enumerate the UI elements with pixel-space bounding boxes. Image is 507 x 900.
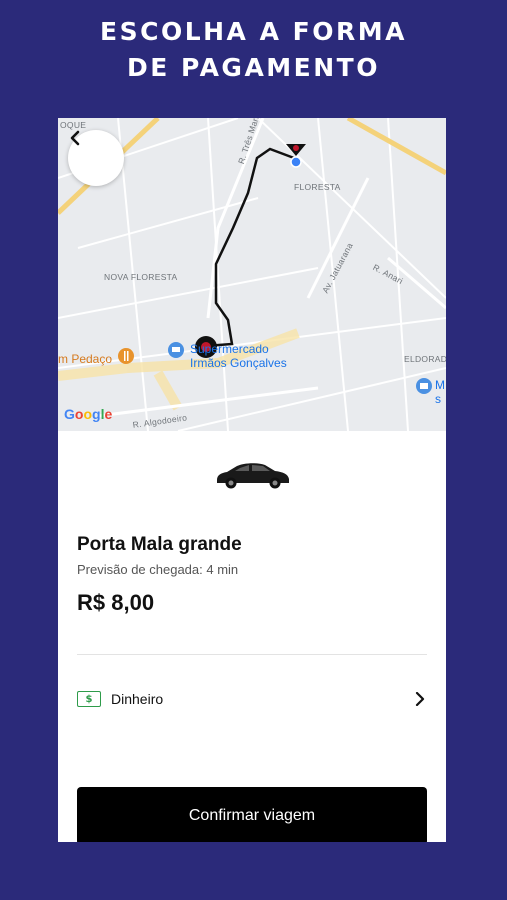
car-icon [217,463,289,489]
poi-supermercado-label[interactable]: Supermercado Irmãos Gonçalves [190,342,287,370]
poi-shop-label[interactable]: M s [435,378,445,406]
ride-price: R$ 8,00 [77,590,155,615]
headline-line-1: ESCOLHA A FORMA [100,17,407,46]
map-label-oque: OQUE [60,120,87,130]
arrival-estimate: Previsão de chegada: 4 min [77,562,239,577]
shop-icon [416,378,432,394]
vehicle-name: Porta Mala grande [77,534,242,555]
supermarket-icon [168,342,184,358]
map-label-nova-floresta: NOVA FLORESTA [104,272,178,282]
google-logo-letter: g [92,406,101,422]
payment-method-label: Dinheiro [111,691,164,707]
poi-supermercado-line-2: Irmãos Gonçalves [190,356,287,370]
poi-shop-line-2: s [435,392,441,406]
google-logo-letter: G [64,406,75,422]
poi-supermercado-line-1: Supermercado [190,342,269,356]
google-logo-letter: o [83,406,93,422]
poi-pedaco-label[interactable]: m Pedaço [58,352,112,366]
headline-line-2: DE PAGAMENTO [127,53,380,82]
headline: ESCOLHA A FORMA DE PAGAMENTO [0,14,507,86]
route-line [205,147,295,348]
divider [77,654,427,655]
chevron-left-icon [70,130,80,146]
confirm-trip-button[interactable]: Confirmar viagem [77,787,427,842]
phone-screen: OQUE FLORESTA NOVA FLORESTA R. Três Mari… [58,118,446,842]
restaurant-icon [118,348,134,364]
cash-icon: $ [77,691,101,707]
google-logo-letter: e [104,406,113,422]
google-logo: Google [64,406,112,422]
poi-shop-line-1: M [435,378,445,392]
back-button[interactable] [68,130,124,186]
payment-method-selector[interactable]: $ Dinheiro [77,684,427,714]
chevron-right-icon [415,692,427,706]
map-label-floresta: FLORESTA [294,182,341,192]
map-label-eldorado: ELDORAD [404,354,446,364]
cash-icon-symbol: $ [85,693,93,705]
route-map[interactable]: OQUE FLORESTA NOVA FLORESTA R. Três Mari… [58,118,446,431]
